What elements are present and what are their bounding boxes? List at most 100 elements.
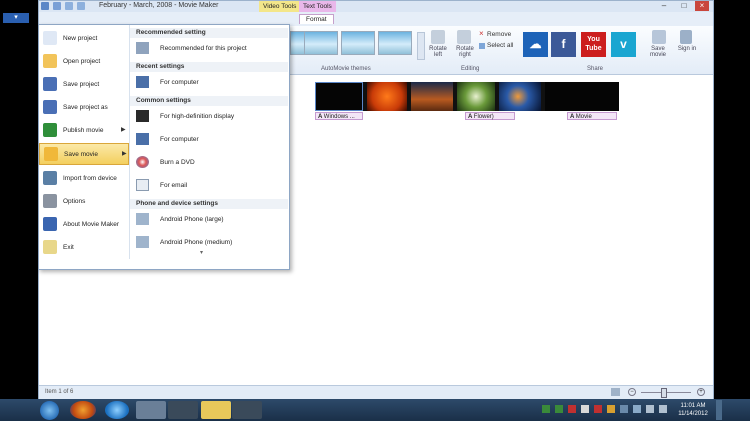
submenu-item-computer[interactable]: For computer: [130, 130, 288, 150]
volume-icon[interactable]: [633, 405, 641, 413]
menu-item-icon: [43, 77, 57, 91]
submenu-item-email[interactable]: For email: [130, 176, 288, 196]
menu-item-label: Open project: [63, 58, 101, 65]
file-menu-item[interactable]: Save project as: [39, 97, 129, 119]
rotate-left-icon[interactable]: [431, 30, 445, 44]
tray-icon[interactable]: [607, 405, 615, 413]
menu-item-label: Save movie: [64, 151, 98, 158]
more-items-arrow[interactable]: ▾: [200, 249, 203, 256]
zoom-slider-thumb[interactable]: [661, 388, 667, 398]
tray-icon[interactable]: [659, 405, 667, 413]
submenu-item-recommended[interactable]: Recommended for this project: [130, 39, 288, 59]
submenu-item-label: For email: [160, 182, 188, 189]
tray-icon[interactable]: [568, 405, 576, 413]
caption-clip[interactable]: A Movie: [567, 112, 617, 120]
tray-icon[interactable]: [646, 405, 654, 413]
submenu-item-label: Recommended for this project: [160, 45, 247, 52]
file-menu-item[interactable]: Options: [39, 191, 129, 213]
caption-clip[interactable]: A Flower): [465, 112, 515, 120]
theme-thumb[interactable]: [304, 31, 338, 55]
file-menu-item[interactable]: Publish movie ▶: [39, 120, 129, 142]
remove-button[interactable]: Remove: [487, 31, 511, 38]
zoom-out-icon[interactable]: −: [628, 388, 636, 396]
file-menu-item[interactable]: New project: [39, 28, 129, 50]
clip-thumbnail[interactable]: [411, 82, 453, 111]
taskbar-app[interactable]: [168, 401, 198, 419]
storyboard-pane: [297, 75, 713, 375]
taskbar-app[interactable]: [232, 401, 262, 419]
save-movie-button[interactable]: Save movie: [645, 46, 671, 58]
save-movie-submenu: Recommended setting Recommended for this…: [129, 25, 288, 259]
app-icon: [41, 2, 49, 10]
submenu-item-recent-computer[interactable]: For computer: [130, 73, 288, 93]
tab-format[interactable]: Format: [299, 14, 334, 24]
rotate-left-button[interactable]: Rotate left: [427, 46, 449, 58]
sign-in-button[interactable]: Sign in: [677, 46, 697, 52]
menu-item-icon: [43, 171, 57, 185]
themes-scroll[interactable]: [417, 32, 425, 60]
sign-in-icon[interactable]: [680, 30, 692, 44]
menu-item-icon: [43, 194, 57, 208]
caption-text: Flower): [473, 114, 494, 120]
file-menu-item[interactable]: Open project: [39, 51, 129, 73]
thumbnail-size-icon[interactable]: [611, 388, 620, 396]
rotate-right-icon[interactable]: [457, 30, 471, 44]
tab-video-tools[interactable]: Video Tools: [259, 1, 301, 12]
maximize-icon[interactable]: □: [677, 1, 691, 11]
taskbar-app[interactable]: [136, 401, 166, 419]
vimeo-icon[interactable]: v: [611, 32, 636, 57]
submenu-item-hd-display[interactable]: For high-definition display: [130, 107, 288, 127]
menu-item-label: Exit: [63, 244, 74, 251]
youtube-icon[interactable]: You Tube: [581, 32, 606, 57]
remove-icon[interactable]: ×: [479, 30, 485, 38]
clip-thumbnail[interactable]: [457, 82, 495, 111]
file-menu-item[interactable]: Import from device: [39, 168, 129, 190]
submenu-item-label: For computer: [160, 79, 199, 86]
save-movie-icon[interactable]: [652, 30, 666, 44]
tray-icon[interactable]: [581, 405, 589, 413]
menu-item-icon: [43, 54, 57, 68]
caption-clip[interactable]: A Windows ...: [315, 112, 363, 120]
show-desktop-button[interactable]: [716, 400, 722, 420]
clip-thumbnail[interactable]: [367, 82, 407, 111]
select-all-button[interactable]: Select all: [487, 42, 513, 49]
file-menu-item[interactable]: Save project: [39, 74, 129, 96]
facebook-icon[interactable]: f: [551, 32, 576, 57]
submenu-item-android-large[interactable]: Android Phone (large): [130, 210, 288, 230]
skydrive-icon[interactable]: ☁: [523, 32, 548, 57]
start-button[interactable]: [40, 401, 59, 420]
section-header: Recent settings: [130, 62, 288, 72]
save-quick-icon[interactable]: [53, 2, 61, 10]
tray-icon[interactable]: [555, 405, 563, 413]
clip-thumbnail[interactable]: [545, 82, 619, 111]
undo-icon[interactable]: [65, 2, 73, 10]
rotate-right-button[interactable]: Rotate right: [453, 46, 477, 58]
minimize-icon[interactable]: –: [657, 1, 671, 11]
select-all-icon[interactable]: [479, 43, 485, 49]
file-menu-item[interactable]: Exit: [39, 237, 129, 259]
redo-icon[interactable]: [77, 2, 85, 10]
folder-icon[interactable]: [201, 401, 231, 419]
submenu-item-burn-dvd[interactable]: Burn a DVD: [130, 153, 288, 173]
clip-thumbnail[interactable]: [315, 82, 363, 111]
theme-thumb[interactable]: [341, 31, 375, 55]
menu-item-label: Options: [63, 198, 86, 205]
file-menu-item[interactable]: About Movie Maker: [39, 214, 129, 236]
section-header: Common settings: [130, 96, 288, 106]
file-menu-item[interactable]: Save movie ▶: [39, 143, 129, 165]
firefox-icon[interactable]: [70, 401, 96, 419]
tray-icon[interactable]: [542, 405, 550, 413]
theme-thumb[interactable]: [378, 31, 412, 55]
file-menu-button[interactable]: ▾: [3, 13, 29, 23]
group-label-themes: AutoMovie themes: [321, 66, 371, 72]
zoom-in-icon[interactable]: +: [697, 388, 705, 396]
network-icon[interactable]: [620, 405, 628, 413]
submenu-item-android-medium[interactable]: Android Phone (medium): [130, 233, 288, 253]
taskbar-clock[interactable]: 11:01 AM 11/14/2012: [673, 402, 713, 418]
ie-icon[interactable]: [105, 401, 129, 419]
close-icon[interactable]: ×: [695, 1, 709, 11]
clip-thumbnail[interactable]: [499, 82, 541, 111]
tab-text-tools[interactable]: Text Tools: [299, 1, 336, 12]
monitor-icon: [136, 76, 149, 88]
tray-icon[interactable]: [594, 405, 602, 413]
